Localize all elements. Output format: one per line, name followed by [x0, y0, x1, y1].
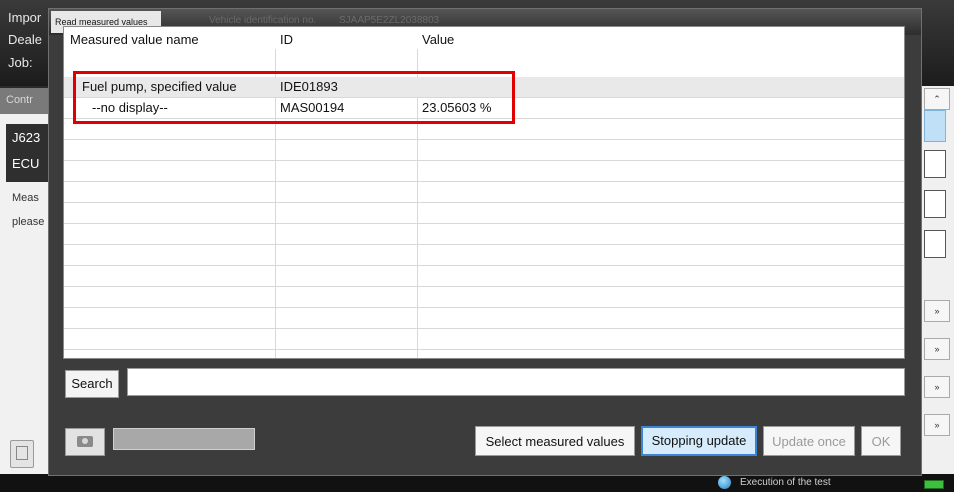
expand-button[interactable]: » [924, 376, 950, 398]
empty-row [64, 308, 904, 329]
column-header-name[interactable]: Measured value name [70, 27, 199, 49]
read-measured-values-dialog: Read measured values Vehicle identificat… [48, 8, 922, 476]
importer-label: Impor [8, 10, 42, 25]
search-input[interactable] [127, 368, 905, 396]
search-button[interactable]: Search [65, 370, 119, 398]
vin-value: SJAAP5E2ZL2038803 [339, 15, 440, 26]
scroll-up-button[interactable]: ⌃ [924, 88, 950, 110]
select-measured-values-button[interactable]: Select measured values [475, 426, 635, 456]
dealer-label: Deale [8, 32, 42, 47]
empty-row [64, 140, 904, 161]
status-text: Execution of the test [740, 477, 831, 488]
right-selected-item[interactable] [924, 110, 946, 142]
left-text-please: please [12, 216, 45, 228]
vin-label: Vehicle identification no. [209, 15, 317, 26]
measured-values-table: Measured value name ID Value Fuel pump, … [63, 26, 905, 359]
globe-icon [718, 476, 731, 489]
ecu-label: ECU [12, 156, 40, 171]
empty-row [64, 161, 904, 182]
left-text-measured: Meas [12, 192, 39, 204]
battery-icon [924, 480, 944, 489]
empty-row [64, 203, 904, 224]
expand-button[interactable]: » [924, 300, 950, 322]
update-once-button[interactable]: Update once [763, 426, 855, 456]
document-icon[interactable] [10, 440, 34, 468]
control-label: Contr [6, 94, 33, 106]
empty-row [64, 182, 904, 203]
empty-row [64, 287, 904, 308]
empty-row [64, 329, 904, 350]
column-header-value[interactable]: Value [422, 27, 454, 49]
empty-row [64, 266, 904, 287]
right-item[interactable] [924, 190, 946, 218]
camera-icon [77, 436, 93, 447]
right-item[interactable] [924, 150, 946, 178]
job-label: Job: [8, 55, 33, 70]
ok-button[interactable]: OK [861, 426, 901, 456]
expand-button[interactable]: » [924, 414, 950, 436]
expand-button[interactable]: » [924, 338, 950, 360]
empty-row [64, 245, 904, 266]
empty-row [64, 224, 904, 245]
progress-bar [113, 428, 255, 450]
right-item[interactable] [924, 230, 946, 258]
column-header-id[interactable]: ID [280, 27, 293, 49]
screenshot-button[interactable] [65, 428, 105, 456]
ecu-code: J623 [12, 130, 41, 145]
highlight-annotation [73, 71, 515, 124]
stopping-update-button[interactable]: Stopping update [641, 426, 757, 456]
